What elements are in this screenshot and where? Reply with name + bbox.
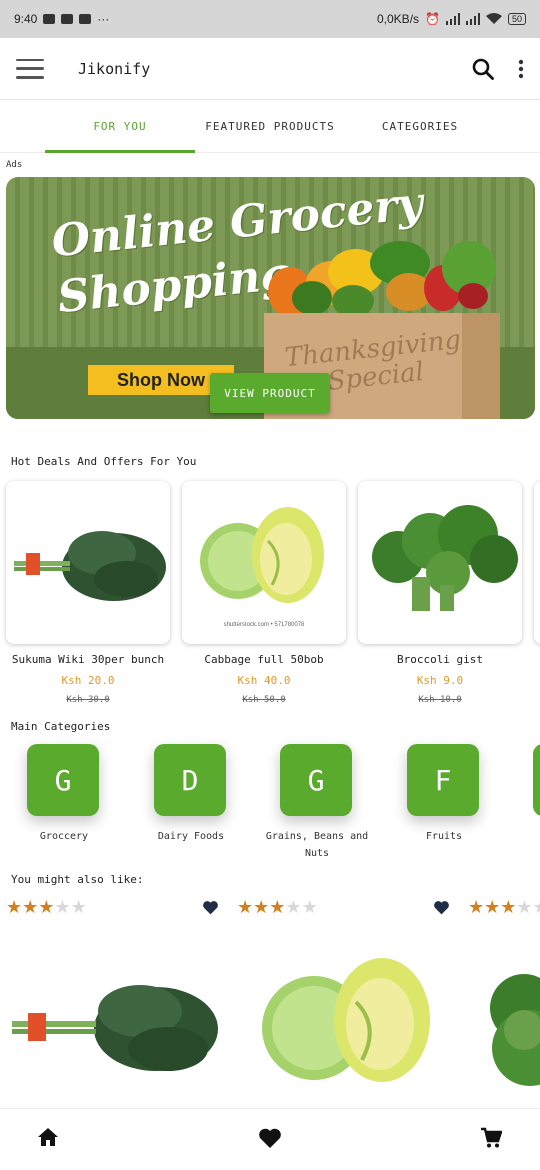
signal-icon — [445, 13, 460, 25]
category-tile-letter: D — [154, 744, 226, 816]
ads-label: Ads — [6, 160, 23, 170]
status-bar: 9:40 ··· 0,0KB/s ⏰ 50 — [0, 0, 540, 38]
tab-bar: FOR YOU FEATURED PRODUCTS CATEGORIES — [0, 101, 540, 153]
category-dairy-foods[interactable]: D Dairy Foods — [131, 744, 251, 844]
menu-icon[interactable] — [16, 58, 44, 79]
category-groccery[interactable]: G Groccery — [4, 744, 124, 844]
deal-old-price: Ksh 10.0 — [418, 695, 462, 705]
deal-card-broccoli[interactable] — [358, 481, 522, 644]
category-label: Fruits — [425, 831, 463, 842]
category-label: Dairy Foods — [157, 831, 225, 842]
deal-price: Ksh 9.0 — [416, 674, 464, 687]
category-tile-letter: G — [27, 744, 99, 816]
more-notifications: ··· — [97, 12, 110, 26]
category-label: Groccery — [39, 831, 89, 842]
search-icon[interactable] — [472, 58, 494, 80]
broccoli-image — [372, 505, 518, 611]
deal-name: Cabbage full 50bob — [204, 653, 324, 666]
deal-card-cabbage[interactable]: shutterstock.com • 571780078 — [182, 481, 346, 644]
deal-price: Ksh 40.0 — [237, 674, 291, 687]
slack-icon — [79, 14, 92, 24]
category-partial[interactable] — [533, 744, 540, 816]
rating-stars: ★★★★★ — [468, 897, 540, 917]
battery-icon: 50 — [507, 13, 526, 25]
hot-deals-title: Hot Deals And Offers For You — [11, 455, 197, 468]
cart-icon[interactable] — [480, 1127, 502, 1149]
deal-name: Sukuma Wiki 30per bunch — [11, 653, 165, 666]
cabbage-image — [200, 507, 324, 603]
view-product-button[interactable]: VIEW PRODUCT — [210, 373, 330, 413]
chat-icon — [61, 14, 74, 24]
bottom-navigation — [0, 1108, 540, 1170]
category-tile-letter: F — [407, 744, 479, 816]
category-tile-letter: G — [280, 744, 352, 816]
deal-old-price: Ksh 50.0 — [242, 695, 286, 705]
category-grains-beans-nuts[interactable]: G Grains, Beans and Nuts — [257, 744, 377, 859]
alarm-icon: ⏰ — [425, 12, 440, 26]
deal-old-price: Ksh 30.0 — [66, 695, 110, 705]
greens-image[interactable] — [484, 968, 540, 1088]
rating-stars: ★★★★★ — [6, 897, 87, 917]
status-time: 9:40 — [14, 12, 38, 26]
deal-name: Broccoli gist — [396, 653, 484, 666]
category-label: Grains, Beans and Nuts — [265, 831, 369, 859]
cabbage-image[interactable] — [258, 952, 438, 1096]
deal-card-partial[interactable] — [534, 481, 540, 644]
deal-card-sukuma-wiki[interactable] — [6, 481, 170, 644]
deal-price: Ksh 20.0 — [61, 674, 115, 687]
more-options-icon[interactable] — [518, 59, 524, 79]
tab-featured-products[interactable]: FEATURED PRODUCTS — [195, 101, 345, 153]
rating-stars: ★★★★★ — [237, 897, 318, 917]
network-speed: 0,0KB/s — [377, 12, 420, 26]
suggestions-title: You might also like: — [11, 873, 144, 886]
main-categories-title: Main Categories — [11, 720, 111, 733]
tab-for-you[interactable]: FOR YOU — [45, 101, 195, 153]
heart-icon[interactable] — [258, 1127, 282, 1149]
category-fruits[interactable]: F Fruits — [384, 744, 504, 844]
app-bar: Jikonify — [0, 38, 540, 100]
wifi-icon — [485, 13, 502, 24]
sukuma-wiki-image[interactable] — [6, 955, 220, 1095]
home-icon[interactable] — [37, 1127, 59, 1147]
app-title: Jikonify — [78, 59, 151, 78]
favorite-heart-icon[interactable] — [202, 900, 219, 915]
signal-icon-2 — [465, 13, 480, 25]
message-icon — [43, 14, 56, 24]
image-watermark: shutterstock.com • 571780078 — [223, 622, 305, 628]
favorite-heart-icon[interactable] — [433, 900, 450, 915]
sukuma-wiki-image — [14, 531, 166, 601]
tab-categories[interactable]: CATEGORIES — [345, 101, 495, 153]
